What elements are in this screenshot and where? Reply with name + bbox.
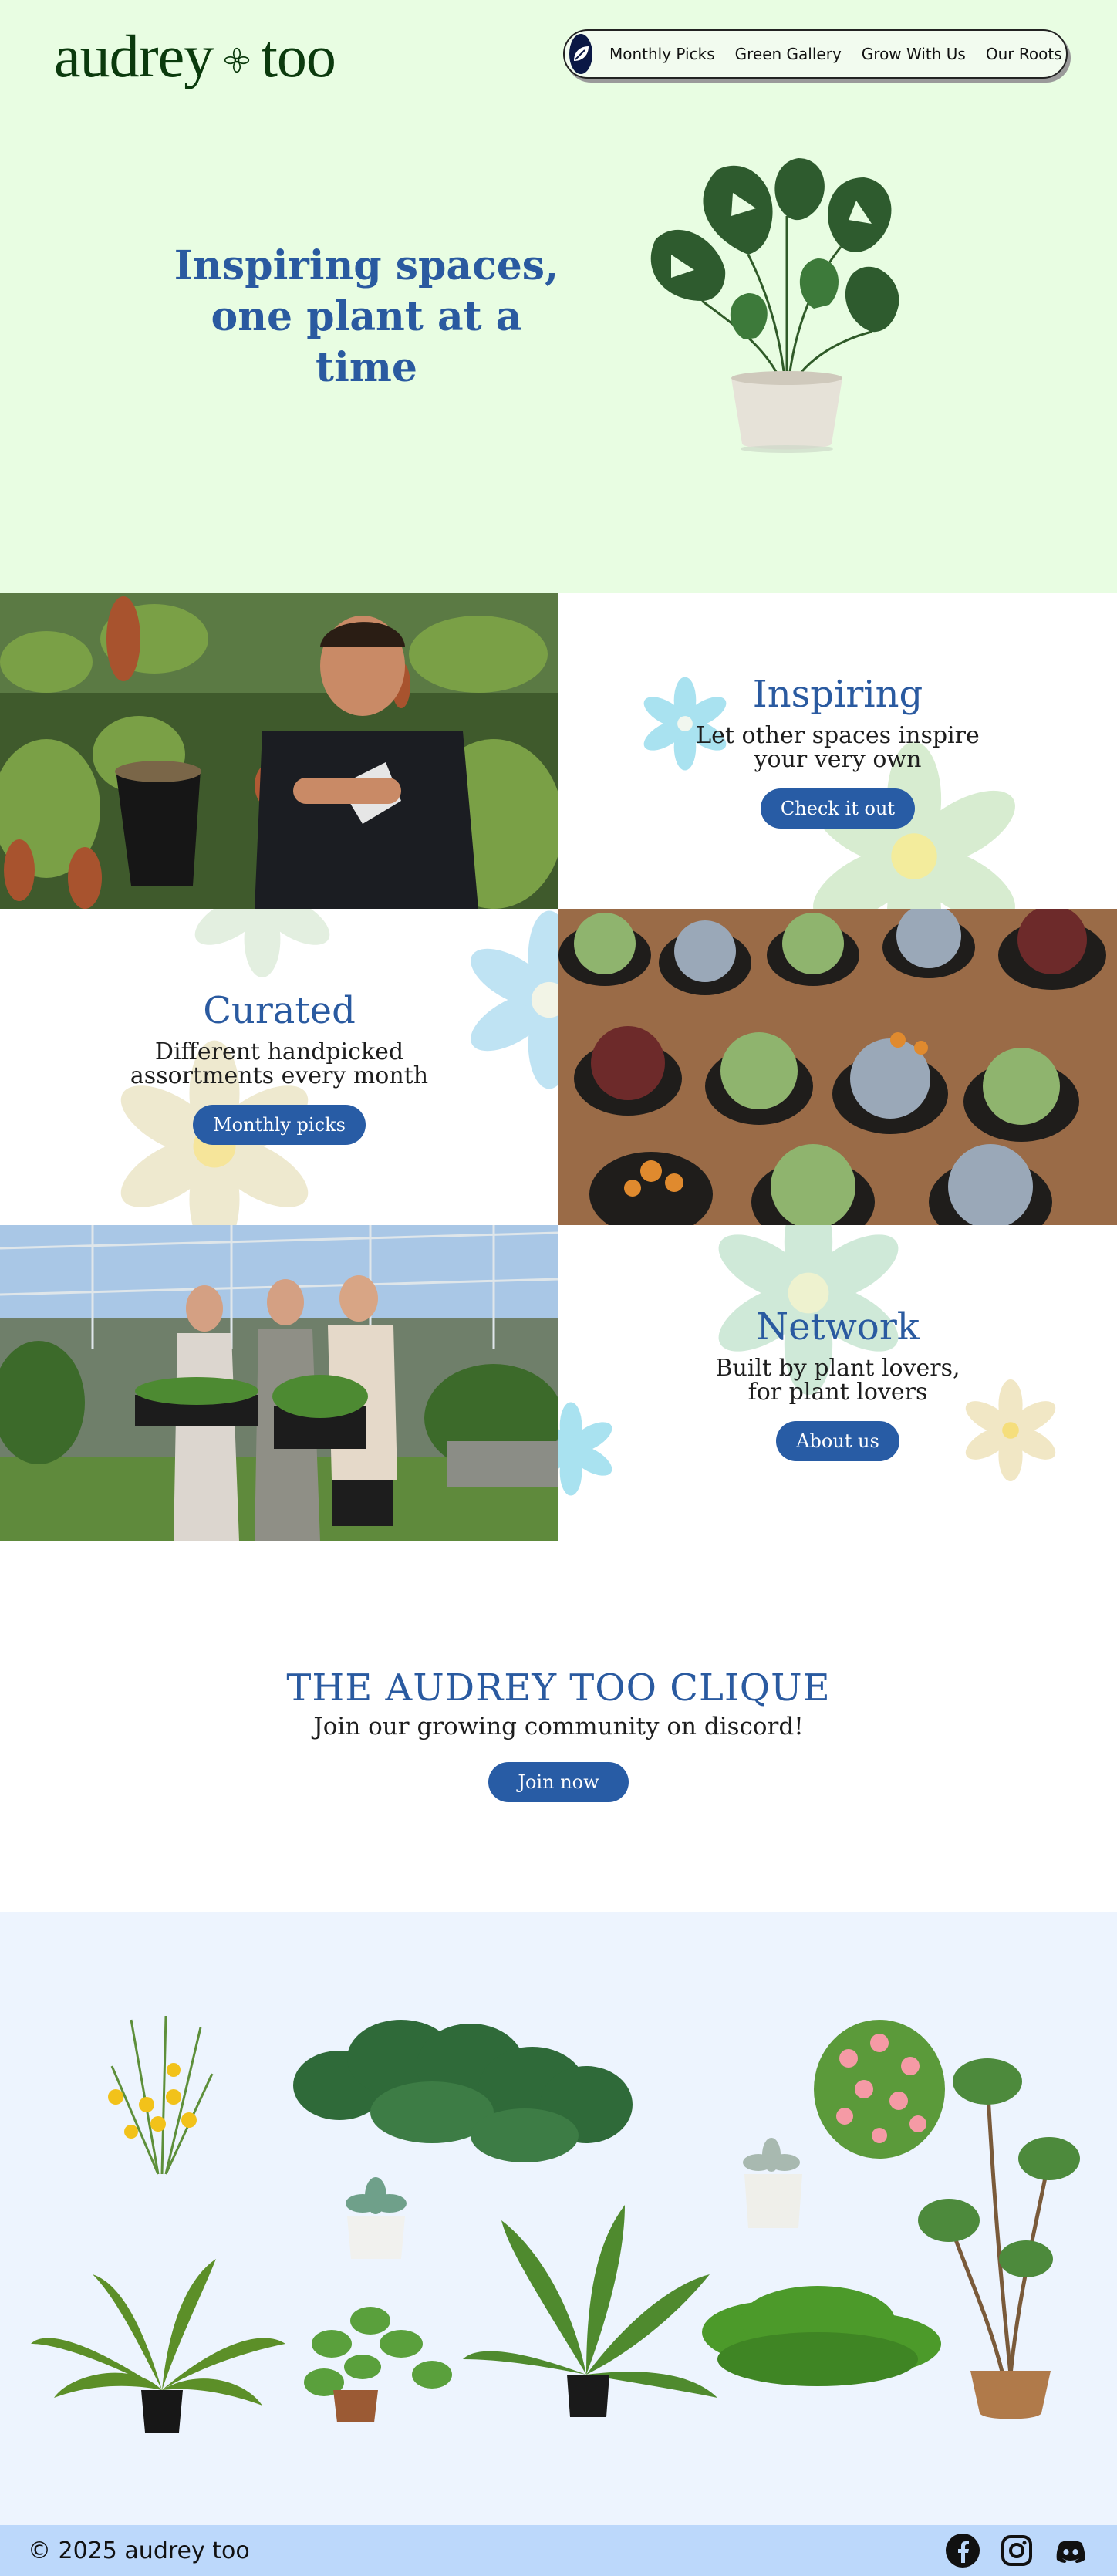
check-it-out-button[interactable]: Check it out xyxy=(760,788,916,829)
feature-photo-team xyxy=(0,1225,558,1541)
hero-title: Inspiring spaces, one plant at a time xyxy=(154,241,579,393)
feature-title-network: Network xyxy=(756,1305,920,1349)
instagram-icon[interactable] xyxy=(998,2532,1035,2569)
greenhouse-team-photo xyxy=(0,1225,558,1541)
feature-photo-succulents xyxy=(558,909,1117,1225)
social-links xyxy=(944,2532,1089,2569)
banana-plant-image xyxy=(463,2205,717,2417)
feature-title-curated: Curated xyxy=(203,989,356,1032)
facebook-icon[interactable] xyxy=(944,2532,981,2569)
monstera-plant-image xyxy=(650,158,899,453)
logo-word-too: too xyxy=(261,22,336,89)
feature-photo-carnivorous xyxy=(0,593,558,909)
logo-flower-icon xyxy=(224,47,250,73)
community-title: THE AUDREY TOO CLIQUE xyxy=(286,1666,831,1710)
feature-text-curated-line1: Different handpicked xyxy=(154,1038,404,1065)
feature-text-inspiring-line1: Let other spaces inspire xyxy=(696,722,980,749)
pothos-plant-image xyxy=(304,2307,452,2422)
echeveria-pot-image xyxy=(743,2138,802,2228)
main-nav: Monthly Picks Green Gallery Grow With Us… xyxy=(563,29,1068,79)
feature-text-inspiring-line2: your very own xyxy=(754,746,922,773)
nav-our-roots[interactable]: Our Roots xyxy=(986,45,1062,63)
nav-green-gallery[interactable]: Green Gallery xyxy=(735,45,842,63)
nav-grow-with-us[interactable]: Grow With Us xyxy=(862,45,966,63)
monstera-cluster-image xyxy=(293,2020,633,2162)
community-section: THE AUDREY TOO CLIQUE Join our growing c… xyxy=(0,1541,1117,1912)
hero-title-line1: Inspiring spaces, xyxy=(174,242,559,289)
palm-plant-image xyxy=(31,2259,285,2433)
hero-title-line2: one plant at a time xyxy=(211,293,522,391)
community-subtitle: Join our growing community on discord! xyxy=(313,1713,804,1740)
feature-card-curated: Curated Different handpicked assortments… xyxy=(0,909,558,1225)
discord-icon[interactable] xyxy=(1052,2532,1089,2569)
plant-gallery-section xyxy=(0,1912,1117,2525)
feature-text-network-line1: Built by plant lovers, xyxy=(715,1355,960,1382)
feature-text-network-line2: for plant lovers xyxy=(747,1379,928,1406)
features-section: Inspiring Let other spaces inspire your … xyxy=(0,593,1117,1541)
monthly-picks-button[interactable]: Monthly picks xyxy=(193,1105,366,1145)
dracaena-tree-image xyxy=(918,2058,1080,2419)
feature-text-inspiring: Let other spaces inspire your very own xyxy=(696,724,980,771)
hero-section: audrey too Monthly Picks Green Gallery G… xyxy=(0,0,1117,593)
nav-monthly-picks[interactable]: Monthly Picks xyxy=(609,45,715,63)
feature-card-inspiring: Inspiring Let other spaces inspire your … xyxy=(558,593,1117,909)
copyright-text: © 2025 audrey too xyxy=(28,2537,250,2564)
plant-collage xyxy=(31,2015,1080,2433)
feature-title-inspiring: Inspiring xyxy=(752,673,923,716)
succulents-photo xyxy=(558,909,1117,1225)
feature-text-curated-line2: assortments every month xyxy=(130,1062,429,1089)
leaf-home-icon[interactable] xyxy=(569,34,592,74)
site-logo[interactable]: audrey too xyxy=(54,22,336,91)
site-footer: © 2025 audrey too xyxy=(0,2525,1117,2576)
join-now-button[interactable]: Join now xyxy=(488,1762,629,1802)
about-us-button[interactable]: About us xyxy=(776,1421,899,1461)
logo-word-audrey: audrey xyxy=(54,22,214,89)
feature-text-curated: Different handpicked assortments every m… xyxy=(130,1040,428,1088)
fern-plant-image xyxy=(702,2286,941,2386)
yellow-flower-plant-image xyxy=(108,2015,214,2175)
carnivorous-plant-greenhouse-photo xyxy=(0,593,558,909)
feature-card-network: Network Built by plant lovers, for plant… xyxy=(558,1225,1117,1541)
pink-flower-shrub-image xyxy=(814,2020,945,2159)
small-succulent-image xyxy=(346,2177,407,2259)
feature-text-network: Built by plant lovers, for plant lovers xyxy=(715,1356,960,1404)
